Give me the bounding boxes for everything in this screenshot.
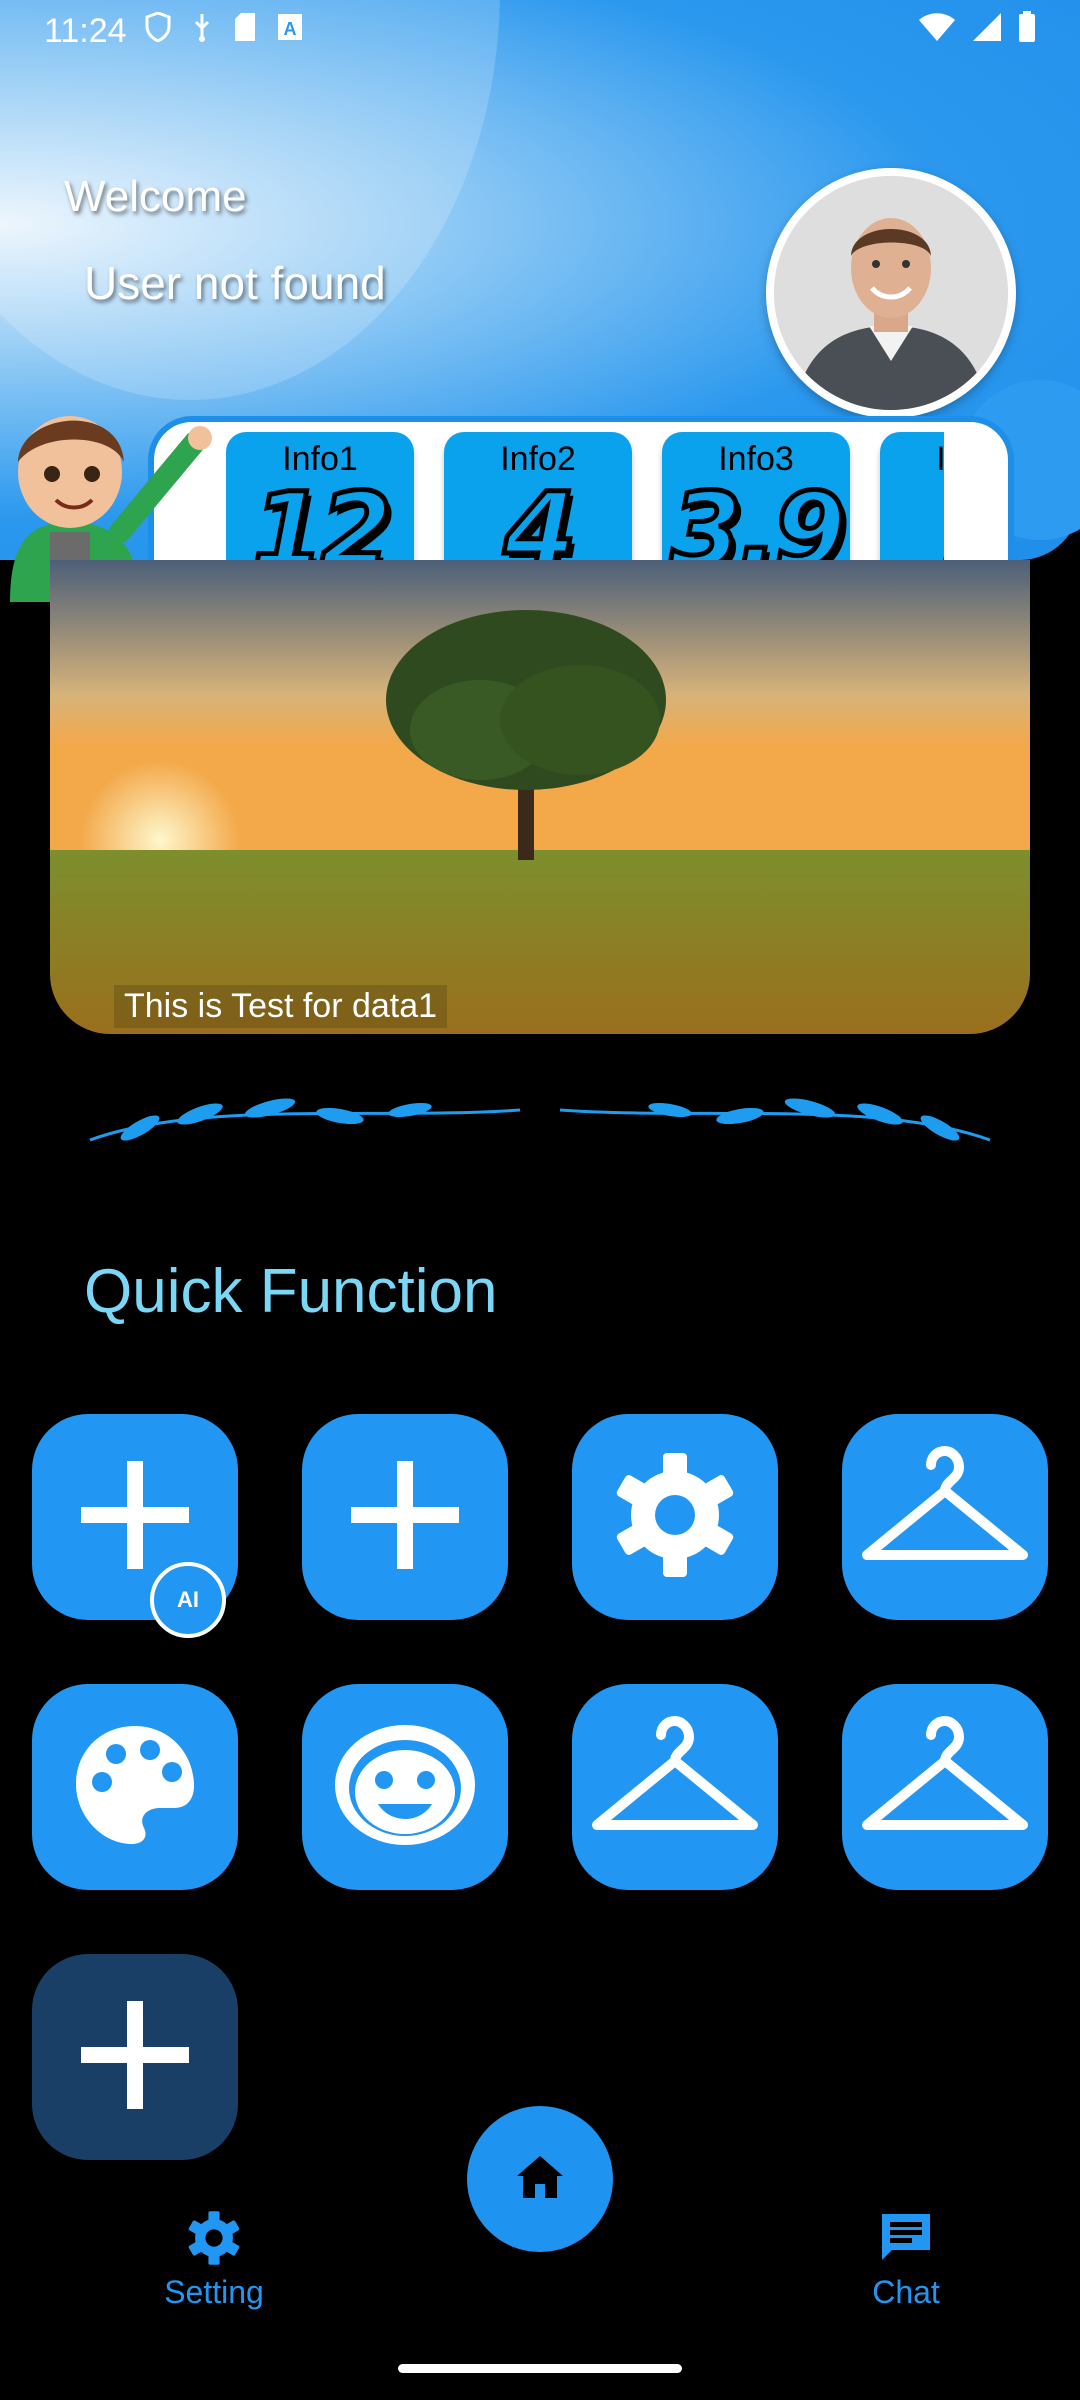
hanger-icon (855, 1715, 1035, 1860)
welcome-text: Welcome (64, 172, 247, 221)
svg-text:A: A (283, 19, 296, 39)
nav-chat-label: Chat (872, 2274, 940, 2310)
gear-icon (610, 1450, 740, 1585)
wifi-icon (918, 12, 956, 51)
usb-icon (191, 12, 213, 50)
face-icon (330, 1720, 480, 1855)
quick-tile-add[interactable] (302, 1414, 508, 1620)
avatar[interactable] (766, 168, 1016, 418)
quick-tile-settings[interactable] (572, 1414, 778, 1620)
palette-icon (70, 1720, 200, 1855)
banner-caption: This is Test for data1 (114, 985, 448, 1028)
status-time: 11:24 (44, 11, 127, 50)
home-icon (513, 2152, 567, 2207)
quick-tile-add-new[interactable] (32, 1954, 238, 2160)
shield-icon (145, 11, 171, 50)
ai-badge: AI (150, 1562, 226, 1638)
quick-tile-hanger-2[interactable] (572, 1684, 778, 1890)
quick-function-title: Quick Function (84, 1257, 498, 1326)
nav-setting[interactable]: Setting (114, 2210, 314, 2311)
chat-icon (878, 2214, 934, 2273)
gear-icon (186, 2211, 242, 2273)
quick-tile-palette[interactable] (32, 1684, 238, 1890)
signal-icon (972, 12, 1002, 51)
plus-icon (75, 1455, 195, 1580)
quick-tile-face[interactable] (302, 1684, 508, 1890)
nav-chat[interactable]: Chat (806, 2210, 1006, 2311)
banner-image[interactable]: This is Test for data1 (50, 560, 1030, 1034)
hanger-icon (855, 1445, 1035, 1590)
hanger-icon (585, 1715, 765, 1860)
status-bar: 11:24 A (0, 0, 1080, 62)
battery-icon (1018, 10, 1036, 52)
plus-icon (75, 1995, 195, 2120)
text-a-icon: A (277, 13, 303, 49)
quick-tile-hanger-1[interactable] (842, 1414, 1048, 1620)
nav-setting-label: Setting (164, 2274, 264, 2310)
plus-icon (345, 1455, 465, 1580)
avatar-photo (774, 176, 1008, 410)
sd-card-icon (233, 12, 257, 50)
leaf-divider (80, 1080, 1000, 1160)
info-card-label: Info4 (880, 432, 944, 479)
home-button[interactable] (467, 2106, 613, 2252)
gesture-bar[interactable] (398, 2364, 682, 2373)
quick-tile-hanger-3[interactable] (842, 1684, 1048, 1890)
username-text: User not found (84, 257, 386, 309)
